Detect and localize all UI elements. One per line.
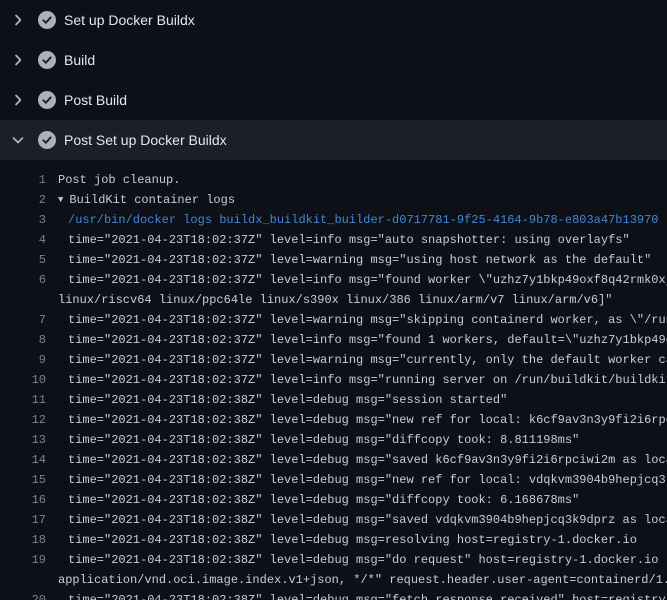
log-line-text: time="2021-04-23T18:02:37Z" level=warnin…: [46, 250, 667, 270]
step-header-set-up-docker-buildx[interactable]: Set up Docker Buildx: [0, 0, 667, 40]
log-line-number[interactable]: 20: [0, 590, 46, 600]
log-line-text: time="2021-04-23T18:02:38Z" level=debug …: [46, 410, 667, 430]
log-line-number[interactable]: 2: [0, 190, 46, 210]
chevron-right-icon[interactable]: [10, 92, 26, 108]
log-line-number[interactable]: 13: [0, 430, 46, 450]
log-line-text: time="2021-04-23T18:02:38Z" level=debug …: [46, 590, 667, 600]
log-line-text: time="2021-04-23T18:02:38Z" level=debug …: [46, 550, 667, 570]
log-line: 20time="2021-04-23T18:02:38Z" level=debu…: [0, 590, 667, 600]
log-line-text: time="2021-04-23T18:02:38Z" level=debug …: [46, 470, 667, 490]
log-line-number[interactable]: 9: [0, 350, 46, 370]
log-line-continuation: application/vnd.oci.image.index.v1+json,…: [0, 570, 667, 590]
log-command-text[interactable]: /usr/bin/docker logs buildx_buildkit_bui…: [46, 210, 667, 230]
log-line: 7time="2021-04-23T18:02:37Z" level=warni…: [0, 310, 667, 330]
log-viewer: 1Post job cleanup.2 ▼ BuildKit container l…: [0, 160, 667, 600]
log-line: 10time="2021-04-23T18:02:37Z" level=info…: [0, 370, 667, 390]
log-line: 19time="2021-04-23T18:02:38Z" level=debu…: [0, 550, 667, 570]
step-header-post-set-up-docker-buildx[interactable]: Post Set up Docker Buildx: [0, 120, 667, 160]
log-line-text: time="2021-04-23T18:02:37Z" level=info m…: [46, 230, 667, 250]
log-line: 16time="2021-04-23T18:02:38Z" level=debu…: [0, 490, 667, 510]
step-header-post-build[interactable]: Post Build: [0, 80, 667, 120]
log-line-number[interactable]: 1: [0, 170, 46, 190]
log-line-text: application/vnd.oci.image.index.v1+json,…: [46, 570, 667, 590]
log-line-number[interactable]: 4: [0, 230, 46, 250]
log-line-number[interactable]: 10: [0, 370, 46, 390]
log-line-text: Post job cleanup.: [46, 170, 667, 190]
log-line-text: time="2021-04-23T18:02:38Z" level=debug …: [46, 490, 667, 510]
log-line: 17time="2021-04-23T18:02:38Z" level=debu…: [0, 510, 667, 530]
log-line: 6time="2021-04-23T18:02:37Z" level=info …: [0, 270, 667, 290]
log-line-text: linux/riscv64 linux/ppc64le linux/s390x …: [46, 290, 667, 310]
log-line: 2 ▼ BuildKit container logs: [0, 190, 667, 210]
log-line-number[interactable]: 17: [0, 510, 46, 530]
log-line-continuation: linux/riscv64 linux/ppc64le linux/s390x …: [0, 290, 667, 310]
log-line: 5time="2021-04-23T18:02:37Z" level=warni…: [0, 250, 667, 270]
log-line-number[interactable]: 8: [0, 330, 46, 350]
log-line-number[interactable]: 16: [0, 490, 46, 510]
log-line: 12time="2021-04-23T18:02:38Z" level=debu…: [0, 410, 667, 430]
log-line-text: time="2021-04-23T18:02:37Z" level=info m…: [46, 270, 667, 290]
log-line: 9time="2021-04-23T18:02:37Z" level=warni…: [0, 350, 667, 370]
log-line-number[interactable]: 18: [0, 530, 46, 550]
log-line: 3/usr/bin/docker logs buildx_buildkit_bu…: [0, 210, 667, 230]
log-line-number[interactable]: 14: [0, 450, 46, 470]
log-group-toggle[interactable]: ▼ BuildKit container logs: [46, 190, 667, 210]
log-line-number[interactable]: 12: [0, 410, 46, 430]
log-line: 14time="2021-04-23T18:02:38Z" level=debu…: [0, 450, 667, 470]
log-line-text: time="2021-04-23T18:02:38Z" level=debug …: [46, 530, 667, 550]
log-line: 11time="2021-04-23T18:02:38Z" level=debu…: [0, 390, 667, 410]
log-line-number[interactable]: 7: [0, 310, 46, 330]
log-line-text: time="2021-04-23T18:02:38Z" level=debug …: [46, 390, 667, 410]
log-line-text: time="2021-04-23T18:02:37Z" level=warnin…: [46, 310, 667, 330]
log-line: 13time="2021-04-23T18:02:38Z" level=debu…: [0, 430, 667, 450]
check-circle-icon: [38, 51, 56, 69]
log-line-text: time="2021-04-23T18:02:38Z" level=debug …: [46, 510, 667, 530]
step-title: Set up Docker Buildx: [64, 12, 195, 28]
log-line-number[interactable]: 15: [0, 470, 46, 490]
log-line-number: [0, 290, 46, 310]
log-line-text: time="2021-04-23T18:02:38Z" level=debug …: [46, 430, 667, 450]
log-line: 1Post job cleanup.: [0, 170, 667, 190]
log-line: 15time="2021-04-23T18:02:38Z" level=debu…: [0, 470, 667, 490]
step-header-build[interactable]: Build: [0, 40, 667, 80]
log-line-text: time="2021-04-23T18:02:38Z" level=debug …: [46, 450, 667, 470]
log-line-text: time="2021-04-23T18:02:37Z" level=warnin…: [46, 350, 667, 370]
check-circle-icon: [38, 91, 56, 109]
chevron-right-icon[interactable]: [10, 52, 26, 68]
actions-log-viewer: Set up Docker Buildx Build Post Build Post …: [0, 0, 667, 600]
log-line-number[interactable]: 6: [0, 270, 46, 290]
triangle-down-icon: ▼: [58, 190, 63, 210]
log-line: 18time="2021-04-23T18:02:38Z" level=debu…: [0, 530, 667, 550]
log-line-text: time="2021-04-23T18:02:37Z" level=info m…: [46, 370, 667, 390]
step-title: Build: [64, 52, 95, 68]
log-line-number[interactable]: 11: [0, 390, 46, 410]
chevron-right-icon[interactable]: [10, 12, 26, 28]
step-title: Post Set up Docker Buildx: [64, 132, 227, 148]
log-line-number[interactable]: 19: [0, 550, 46, 570]
log-group-label: BuildKit container logs: [69, 193, 235, 207]
step-title: Post Build: [64, 92, 127, 108]
check-circle-icon: [38, 11, 56, 29]
log-line-text: time="2021-04-23T18:02:37Z" level=info m…: [46, 330, 667, 350]
log-line: 4time="2021-04-23T18:02:37Z" level=info …: [0, 230, 667, 250]
log-line: 8time="2021-04-23T18:02:37Z" level=info …: [0, 330, 667, 350]
step-list: Set up Docker Buildx Build Post Build Post …: [0, 0, 667, 160]
log-line-number[interactable]: 3: [0, 210, 46, 230]
log-line-number[interactable]: 5: [0, 250, 46, 270]
log-line-number: [0, 570, 46, 590]
chevron-down-icon[interactable]: [10, 132, 26, 148]
check-circle-icon: [38, 131, 56, 149]
